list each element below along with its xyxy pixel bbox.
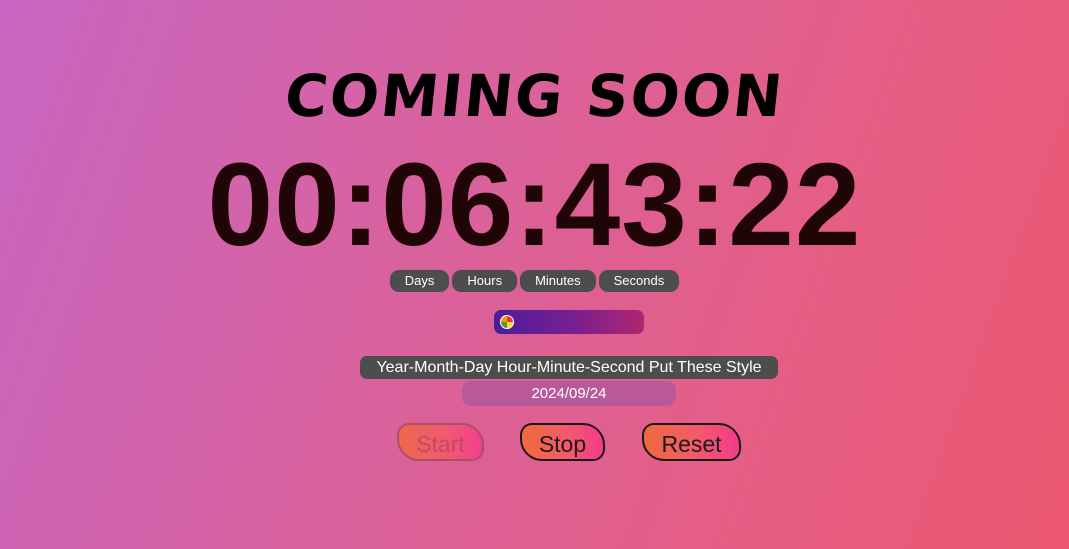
stop-button[interactable]: Stop [520,423,605,461]
format-hint: Year-Month-Day Hour-Minute-Second Put Th… [360,356,778,379]
datetime-picker-input[interactable] [494,310,644,334]
target-date: 2024/09/24 [462,381,676,406]
unit-labels: Days Hours Minutes Seconds [0,270,1069,292]
unit-days: Days [389,270,450,292]
unit-hours: Hours [452,270,518,292]
start-button[interactable]: Start [397,423,484,461]
unit-seconds: Seconds [598,270,680,292]
color-wheel-icon[interactable] [500,315,514,329]
countdown-timer: 00:06:43:22 [207,139,862,271]
page-title: COMING SOON [281,62,788,130]
reset-button[interactable]: Reset [642,423,741,461]
unit-minutes: Minutes [520,270,596,292]
